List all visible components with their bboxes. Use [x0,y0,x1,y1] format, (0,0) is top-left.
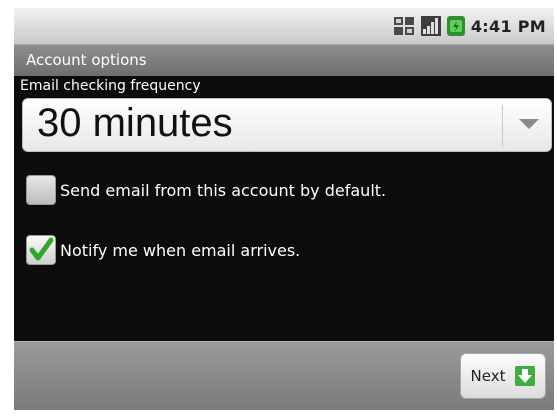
battery-icon [446,16,465,36]
chevron-down-icon [519,119,539,129]
default-account-checkbox[interactable] [26,175,56,205]
status-bar: 4:41 PM [14,8,554,44]
frequency-spinner[interactable]: 30 minutes [22,98,552,152]
status-icons: 4:41 PM [393,14,546,38]
sim-icon [393,16,415,36]
frequency-value: 30 minutes [37,101,233,145]
green-arrow-down-icon [515,366,536,386]
notify-checkbox[interactable] [26,235,56,265]
device-frame: 4:41 PM Account options Email checking f… [0,0,557,420]
status-time: 4:41 PM [470,16,546,36]
account-options-form: Email checking frequency 30 minutes Send… [14,76,554,341]
next-button[interactable]: Next [460,353,546,399]
bottom-bar: Next [14,341,554,410]
notify-row[interactable]: Notify me when email arrives. [26,230,300,270]
notify-label: Notify me when email arrives. [60,240,301,260]
title-bar: Account options [14,44,554,76]
next-label: Next [470,367,506,385]
page-title: Account options [26,51,147,69]
default-account-row[interactable]: Send email from this account by default. [26,170,386,210]
check-icon [29,237,54,261]
default-account-label: Send email from this account by default. [60,180,387,200]
phone-screen: 4:41 PM Account options Email checking f… [14,8,554,410]
spinner-divider [502,105,503,147]
frequency-label: Email checking frequency [20,78,201,94]
signal-icon [420,16,441,36]
